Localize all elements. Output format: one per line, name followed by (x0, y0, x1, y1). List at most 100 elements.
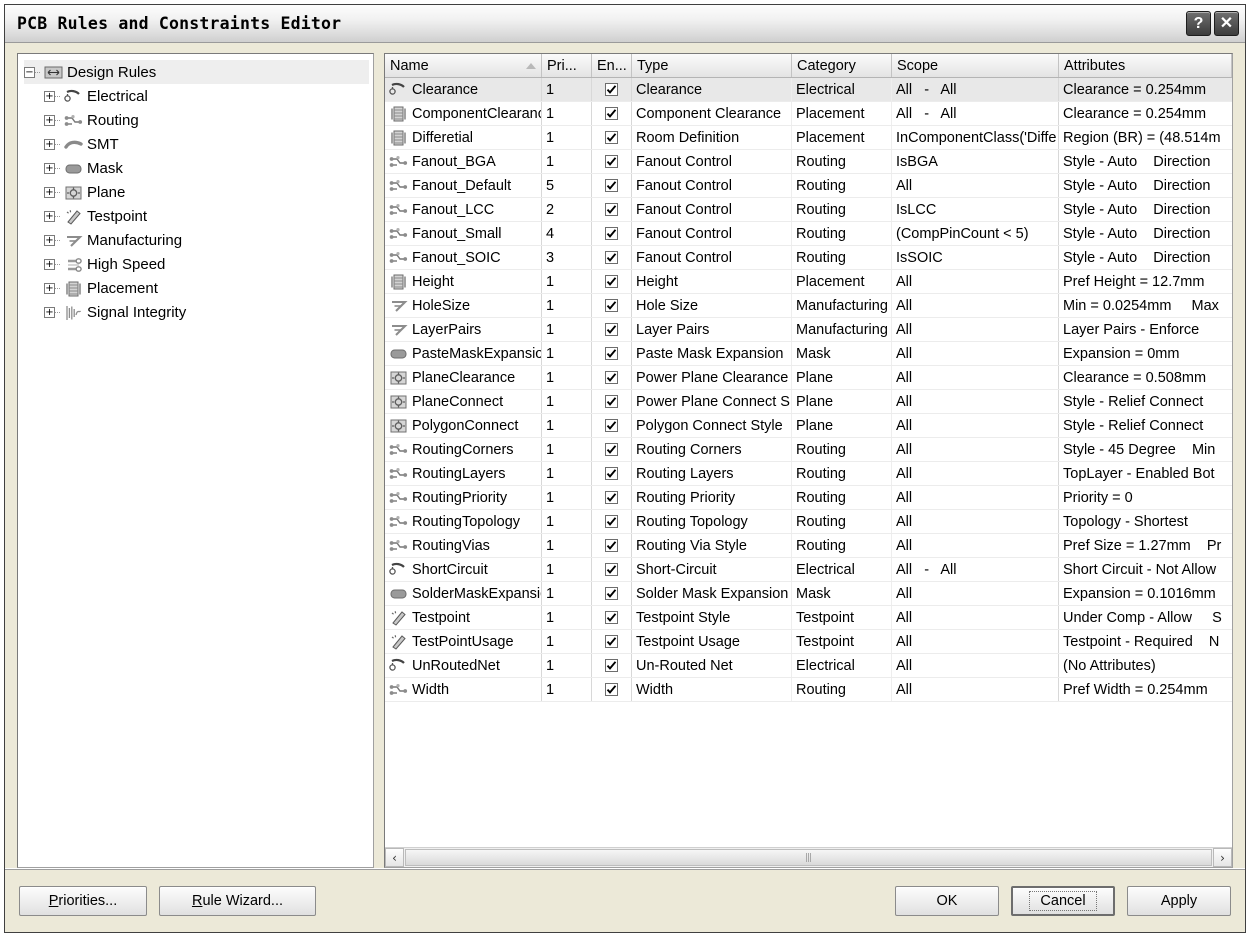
cell-attributes[interactable]: Style - Auto Direction (1059, 150, 1232, 173)
tree-expander[interactable]: + (44, 114, 55, 126)
enabled-checkbox[interactable] (605, 155, 618, 168)
cell-category[interactable]: Placement (792, 270, 892, 293)
table-row[interactable]: PlaneConnect 1 Power Plane Connect S Plane A… (385, 390, 1232, 414)
cell-enabled[interactable] (592, 294, 632, 317)
cell-type[interactable]: Fanout Control (632, 246, 792, 269)
cell-category[interactable]: Manufacturing (792, 318, 892, 341)
enabled-checkbox[interactable] (605, 371, 618, 384)
cell-category[interactable]: Plane (792, 390, 892, 413)
scroll-left-icon[interactable]: ‹ (385, 848, 404, 867)
cell-scope[interactable]: All (892, 294, 1059, 317)
tree-expander[interactable]: + (44, 138, 55, 150)
cell-attributes[interactable]: Style - Auto Direction (1059, 246, 1232, 269)
cell-name[interactable]: Height (385, 270, 542, 293)
table-row[interactable]: LayerPairs 1 Layer Pairs Manufacturing All La… (385, 318, 1232, 342)
cell-category[interactable]: Placement (792, 102, 892, 125)
cell-type[interactable]: Fanout Control (632, 198, 792, 221)
cell-enabled[interactable] (592, 606, 632, 629)
cell-scope[interactable]: All (892, 366, 1059, 389)
cell-name[interactable]: RoutingTopology (385, 510, 542, 533)
cell-priority[interactable]: 1 (542, 462, 592, 485)
cell-enabled[interactable] (592, 678, 632, 701)
table-row[interactable]: SolderMaskExpansio 1 Solder Mask Expansion… (385, 582, 1232, 606)
cell-attributes[interactable]: Pref Size = 1.27mm Pr (1059, 534, 1232, 557)
cell-priority[interactable]: 1 (542, 534, 592, 557)
cell-scope[interactable]: All - All (892, 102, 1059, 125)
tree-expander[interactable]: + (44, 282, 55, 294)
cell-attributes[interactable]: Style - Auto Direction (1059, 222, 1232, 245)
enabled-checkbox[interactable] (605, 659, 618, 672)
design-rules-tree[interactable]: − Design Rules + Electrical + Routing + SMT + M… (17, 53, 374, 868)
cell-enabled[interactable] (592, 366, 632, 389)
table-row[interactable]: PolygonConnect 1 Polygon Connect Style Plan… (385, 414, 1232, 438)
cell-category[interactable]: Routing (792, 174, 892, 197)
cell-scope[interactable]: All (892, 654, 1059, 677)
cell-category[interactable]: Mask (792, 342, 892, 365)
enabled-checkbox[interactable] (605, 419, 618, 432)
tree-expander[interactable]: + (44, 90, 55, 102)
cell-priority[interactable]: 1 (542, 102, 592, 125)
cell-scope[interactable]: All (892, 462, 1059, 485)
enabled-checkbox[interactable] (605, 251, 618, 264)
cell-attributes[interactable]: Under Comp - Allow S (1059, 606, 1232, 629)
sidebar-item-signal-integrity[interactable]: + Signal Integrity (24, 300, 371, 324)
cell-attributes[interactable]: (No Attributes) (1059, 654, 1232, 677)
help-icon[interactable]: ? (1186, 11, 1211, 36)
enabled-checkbox[interactable] (605, 299, 618, 312)
cell-name[interactable]: ShortCircuit (385, 558, 542, 581)
enabled-checkbox[interactable] (605, 83, 618, 96)
cell-type[interactable]: Hole Size (632, 294, 792, 317)
table-row[interactable]: Clearance 1 Clearance Electrical All - All Cl… (385, 78, 1232, 102)
sidebar-item-electrical[interactable]: + Electrical (24, 84, 371, 108)
enabled-checkbox[interactable] (605, 683, 618, 696)
cell-priority[interactable]: 4 (542, 222, 592, 245)
cell-category[interactable]: Testpoint (792, 606, 892, 629)
cell-category[interactable]: Plane (792, 366, 892, 389)
rules-grid[interactable]: Name Pri... En... Type Category Scope Attribut… (384, 53, 1233, 868)
cell-enabled[interactable] (592, 462, 632, 485)
cell-category[interactable]: Electrical (792, 558, 892, 581)
cell-category[interactable]: Routing (792, 462, 892, 485)
cell-scope[interactable]: All (892, 174, 1059, 197)
cell-type[interactable]: Clearance (632, 78, 792, 101)
close-icon[interactable]: ✕ (1214, 11, 1239, 36)
cell-scope[interactable]: All (892, 342, 1059, 365)
cell-attributes[interactable]: Style - 45 Degree Min (1059, 438, 1232, 461)
cell-priority[interactable]: 3 (542, 246, 592, 269)
table-row[interactable]: PasteMaskExpansio 1 Paste Mask Expansion Ma… (385, 342, 1232, 366)
cell-priority[interactable]: 1 (542, 150, 592, 173)
cell-name[interactable]: Fanout_LCC (385, 198, 542, 221)
cell-name[interactable]: HoleSize (385, 294, 542, 317)
table-row[interactable]: ShortCircuit 1 Short-Circuit Electrical All … (385, 558, 1232, 582)
cell-category[interactable]: Placement (792, 126, 892, 149)
cell-scope[interactable]: All - All (892, 558, 1059, 581)
cell-name[interactable]: Clearance (385, 78, 542, 101)
cell-name[interactable]: Differetial (385, 126, 542, 149)
sidebar-item-placement[interactable]: + Placement (24, 276, 371, 300)
cell-attributes[interactable]: Clearance = 0.254mm (1059, 78, 1232, 101)
cell-priority[interactable]: 1 (542, 606, 592, 629)
cell-priority[interactable]: 1 (542, 630, 592, 653)
enabled-checkbox[interactable] (605, 131, 618, 144)
column-header-scope[interactable]: Scope (892, 54, 1059, 77)
cell-name[interactable]: PlaneClearance (385, 366, 542, 389)
table-row[interactable]: ComponentClearanc 1 Component Clearance Pla… (385, 102, 1232, 126)
sidebar-item-mask[interactable]: + Mask (24, 156, 371, 180)
cell-scope[interactable]: All - All (892, 78, 1059, 101)
cell-priority[interactable]: 1 (542, 582, 592, 605)
cell-name[interactable]: RoutingLayers (385, 462, 542, 485)
cell-enabled[interactable] (592, 78, 632, 101)
enabled-checkbox[interactable] (605, 587, 618, 600)
cell-enabled[interactable] (592, 198, 632, 221)
cell-type[interactable]: Short-Circuit (632, 558, 792, 581)
enabled-checkbox[interactable] (605, 611, 618, 624)
cell-enabled[interactable] (592, 486, 632, 509)
cell-attributes[interactable]: Clearance = 0.254mm (1059, 102, 1232, 125)
grid-body[interactable]: Clearance 1 Clearance Electrical All - All Cl… (385, 78, 1232, 847)
cell-scope[interactable]: All (892, 678, 1059, 701)
cell-type[interactable]: Fanout Control (632, 222, 792, 245)
cell-name[interactable]: LayerPairs (385, 318, 542, 341)
cell-priority[interactable]: 1 (542, 438, 592, 461)
cell-enabled[interactable] (592, 174, 632, 197)
cell-attributes[interactable]: Expansion = 0.1016mm (1059, 582, 1232, 605)
